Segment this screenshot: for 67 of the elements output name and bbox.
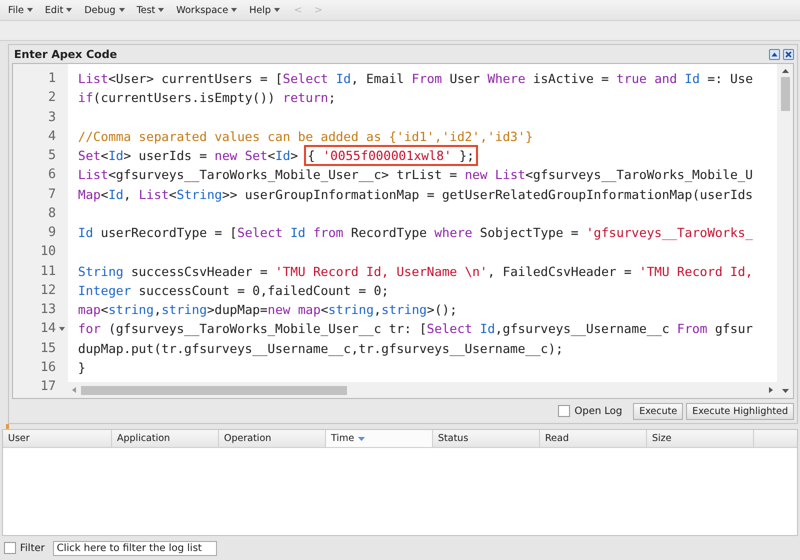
- close-icon[interactable]: [783, 48, 794, 60]
- execute-button[interactable]: Execute Highlighted: [686, 402, 794, 420]
- sort-arrow-icon: [358, 436, 366, 440]
- vertical-scrollbar[interactable]: [777, 64, 793, 398]
- code-line: List<gfsurveys__TaroWorks_Mobile_User__c> trList = new List<gfsurveys__TaroWorks_Mobile_U: [78, 167, 753, 182]
- line-number: 2: [48, 91, 56, 104]
- checkbox[interactable]: [558, 405, 570, 417]
- line-number: 4: [48, 130, 56, 143]
- caret-icon: [274, 8, 280, 12]
- caret-icon: [66, 8, 72, 12]
- line-number: 7: [48, 188, 56, 201]
- menu-item[interactable]: Workspace: [172, 4, 242, 16]
- caret-icon: [231, 8, 238, 12]
- code-line: Map<Id, List<String>> userGroupInformationMap = getUserRelatedGroupInformationMap(userIds: [78, 186, 753, 202]
- fold-arrow-icon[interactable]: [59, 326, 65, 331]
- column-header[interactable]: Application: [112, 430, 219, 447]
- filter-field[interactable]: Click here to filter the log list: [52, 540, 217, 556]
- checkbox[interactable]: [4, 542, 16, 554]
- menu-item[interactable]: Debug: [80, 4, 129, 16]
- column-header[interactable]: Status: [433, 430, 540, 447]
- code-line: List<User> currentUsers = [Select Id, Email From User Where isActive = true and Id =: Use: [78, 71, 753, 86]
- scroll-up-icon[interactable]: [782, 69, 788, 73]
- code-line: Id userRecordType = [Select Id from RecordType where SobjectType = 'gfsurveys__TaroWorks_: [78, 225, 753, 240]
- line-number: 15: [40, 342, 56, 355]
- line-number: 3: [48, 110, 56, 124]
- panel-title: Enter Apex Code: [14, 48, 118, 60]
- code-line: //Comma separated values can be added as {'id1','id2','id3'}: [78, 128, 533, 144]
- line-number: 8: [48, 206, 56, 220]
- code-line: if(currentUsers.isEmpty()) return;: [78, 90, 336, 106]
- line-number: 11: [40, 264, 56, 278]
- line-number: 5: [48, 149, 56, 162]
- column-header[interactable]: Time: [326, 430, 433, 447]
- caret-icon: [118, 8, 125, 12]
- menu-item[interactable]: Test: [132, 4, 168, 16]
- menu-item[interactable]: File: [4, 4, 37, 16]
- line-number: 6: [48, 168, 56, 182]
- code-line: Set<Id> userIds = new Set<Id> { '0055f000001xwl8' };: [78, 147, 476, 164]
- line-number: 14: [40, 322, 56, 336]
- scrollbar-thumb[interactable]: [780, 77, 790, 111]
- collapse-icon[interactable]: [769, 48, 780, 60]
- line-number: 12: [40, 284, 56, 297]
- line-number: 1: [48, 72, 56, 86]
- column-header[interactable]: Read: [540, 430, 647, 447]
- column-header[interactable]: User: [3, 430, 112, 447]
- line-number: 13: [40, 303, 56, 316]
- scroll-left-icon[interactable]: [72, 387, 76, 393]
- caret-icon: [158, 8, 164, 12]
- code-line: dupMap.put(tr.gfsurveys__Username__c,tr.gfsurveys__Username__c);: [78, 340, 564, 356]
- scrollbar-thumb[interactable]: [81, 386, 347, 394]
- caret-icon: [26, 8, 33, 12]
- code-line: map<string,string>dupMap=new map<string,string>();: [78, 302, 458, 317]
- line-number: 9: [48, 226, 56, 240]
- code-line: for (gfsurveys__TaroWorks_Mobile_User__c tr: [Select Id,gfsurveys__Username__c From gfsur: [78, 321, 753, 336]
- execute-button[interactable]: Execute: [633, 402, 684, 420]
- column-header[interactable]: Size: [647, 430, 754, 447]
- checkbox-label: Open Log: [574, 406, 622, 416]
- scroll-right-icon[interactable]: [769, 387, 773, 393]
- line-number: 17: [40, 380, 56, 394]
- line-number: 10: [40, 245, 56, 258]
- code-line: Integer successCount = 0,failedCount = 0;: [78, 282, 389, 298]
- checkbox-label: Filter: [20, 542, 45, 554]
- code-line: }: [78, 360, 86, 375]
- line-number: 16: [40, 360, 56, 374]
- menu-item[interactable]: Help: [245, 4, 284, 16]
- scroll-down-icon[interactable]: [782, 389, 788, 393]
- code-line: String successCsvHeader = 'TMU Record Id, UserName \n', FailedCsvHeader = 'TMU Record Id,: [78, 264, 753, 278]
- menu-item[interactable]: Edit: [40, 4, 76, 16]
